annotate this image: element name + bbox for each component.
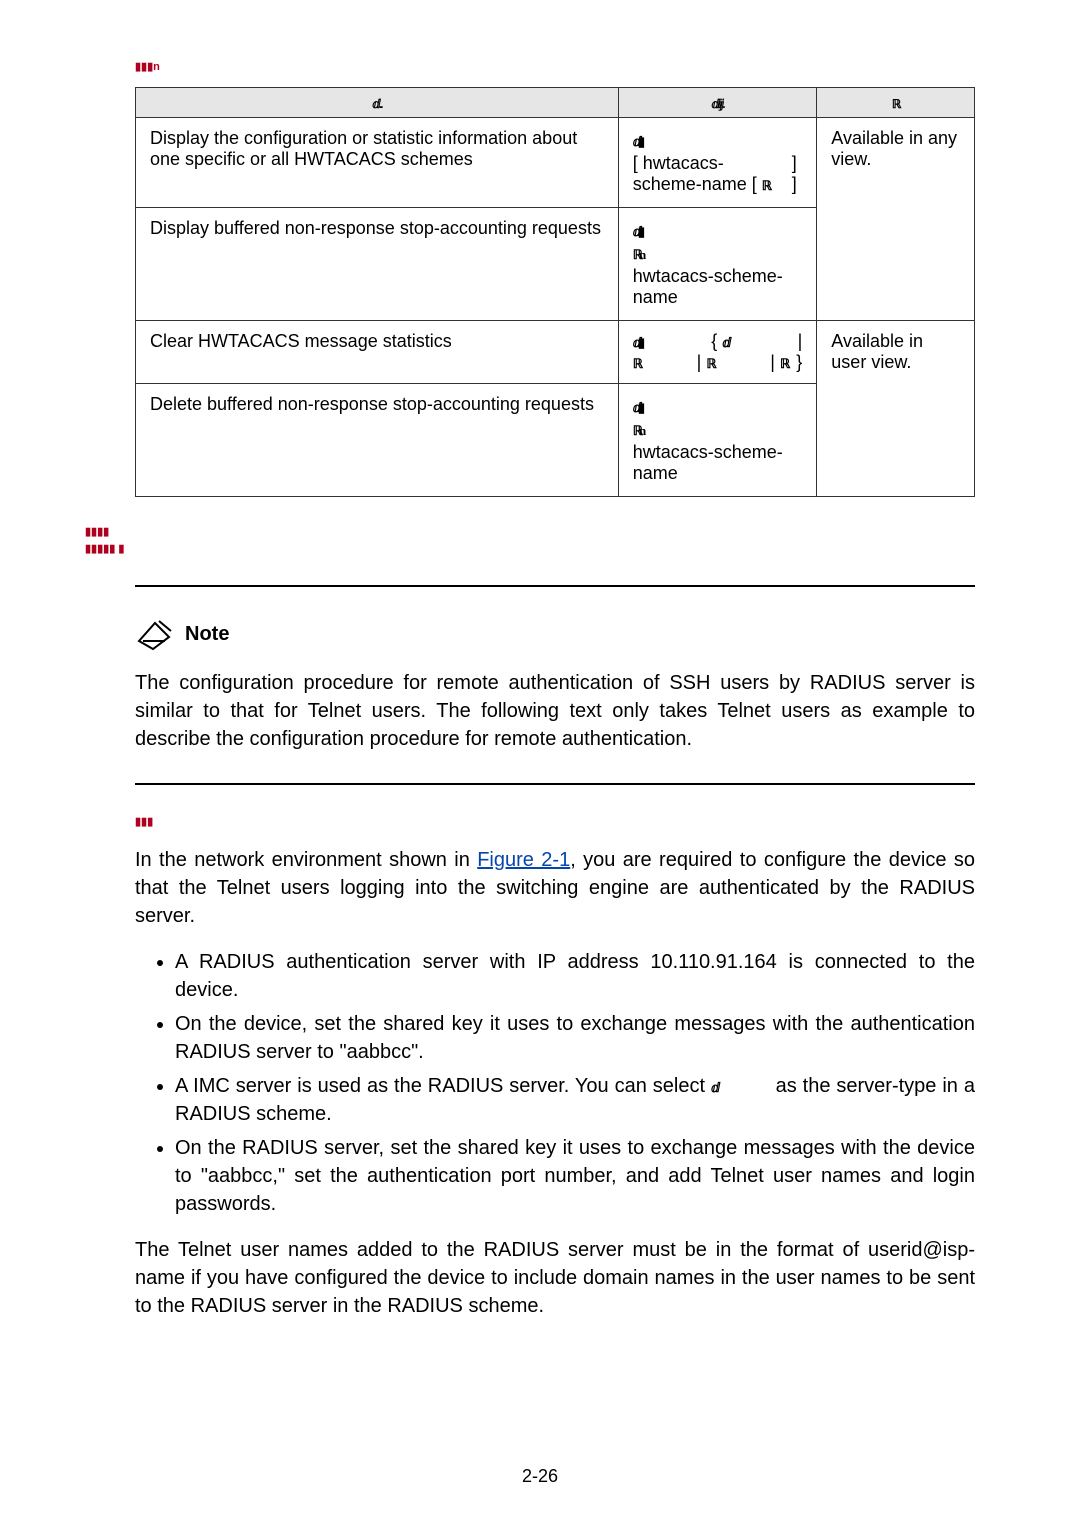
divider [135, 585, 975, 587]
figure-link[interactable]: Figure 2-1 [477, 849, 570, 871]
table-header-row: ⅆ.. ⅆⅈⅉ. ℝ [136, 88, 975, 118]
cell-command: ⅆ▮ ℝn hwtacacs-scheme-name [618, 384, 817, 497]
cell-command: ⅆ▮ ℝn hwtacacs-scheme-name [618, 208, 817, 321]
cell-todo: Display the configuration or statistic i… [136, 118, 619, 208]
side-label-2: ▮▮▮▮▮ ▮ [85, 542, 990, 555]
cell-todo: Display buffered non-response stop-accou… [136, 208, 619, 321]
cell-command: ⅆ▮ [ hwtacacs-scheme-name [ ℝ ] ] [618, 118, 817, 208]
divider [135, 783, 975, 785]
intro-paragraph: In the network environment shown in Figu… [135, 846, 975, 930]
page-number: 2-26 [0, 1466, 1080, 1487]
list-item: On the RADIUS server, set the shared key… [175, 1134, 975, 1218]
col-head-todo: ⅆ.. [136, 88, 619, 118]
table-row: Clear HWTACACS message statistics ⅆ▮ { ⅆ… [136, 321, 975, 384]
note-paragraph: The configuration procedure for remote a… [135, 669, 975, 753]
cell-command: ⅆ▮ { ⅆ | ℝ | ℝ | ℝ } [618, 321, 817, 384]
cell-todo: Clear HWTACACS message statistics [136, 321, 619, 384]
closing-paragraph: The Telnet user names added to the RADIU… [135, 1236, 975, 1320]
subheading-glyph: ▮▮▮ [135, 815, 990, 828]
list-item: On the device, set the shared key it use… [175, 1010, 975, 1066]
col-head-command: ⅆⅈⅉ. [618, 88, 817, 118]
cell-todo: Delete buffered non-response stop-accoun… [136, 384, 619, 497]
list-item: A IMC server is used as the RADIUS serve… [175, 1072, 975, 1128]
requirements-list: A RADIUS authentication server with IP a… [135, 948, 975, 1218]
page-container: ▮▮▮n ⅆ.. ⅆⅈⅉ. ℝ Display the configuratio… [0, 0, 1080, 1527]
command-table: ⅆ.. ⅆⅈⅉ. ℝ Display the configuration or … [135, 87, 975, 497]
note-icon [135, 617, 175, 651]
cell-remarks: Available in user view. [817, 321, 975, 497]
note-label: Note [185, 623, 229, 646]
side-label-1: ▮▮▮▮ [85, 525, 990, 538]
table-row: Display the configuration or statistic i… [136, 118, 975, 208]
cell-remarks: Available in any view. [817, 118, 975, 321]
note-row: Note [135, 617, 990, 651]
col-head-remarks: ℝ [817, 88, 975, 118]
top-corner-label: ▮▮▮n [135, 60, 990, 73]
list-item: A RADIUS authentication server with IP a… [175, 948, 975, 1004]
